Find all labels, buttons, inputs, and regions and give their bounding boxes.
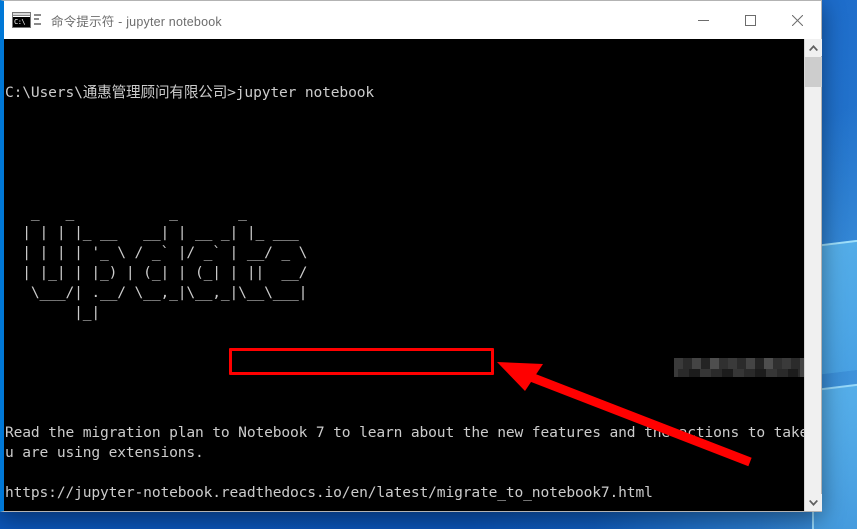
title-bar-left: C:\ 命令提示符 - jupyter notebook <box>4 11 680 30</box>
chevron-up-icon <box>808 44 818 51</box>
vertical-scrollbar[interactable] <box>804 39 822 511</box>
maximize-icon <box>745 14 756 26</box>
update-ascii-banner: _ _ _ _ | | | |_ __ __| | __ _| |_ ___ |… <box>22 204 308 321</box>
cmd-icon-lines <box>34 14 41 25</box>
window-title: 命令提示符 - jupyter notebook <box>51 14 222 29</box>
cmd-icon-titlebar <box>13 13 30 16</box>
cmd-window-icon: C:\ <box>12 12 31 28</box>
prompt-line: C:\Users\通惠管理顾问有限公司>jupyter notebook <box>5 84 374 101</box>
log-lines: Read the migration plan to Notebook 7 to… <box>5 423 804 511</box>
title-bar[interactable]: C:\ 命令提示符 - jupyter notebook <box>4 1 821 39</box>
console-line: Read the migration plan to Notebook 7 to… <box>5 424 804 441</box>
scroll-down-button[interactable] <box>804 494 822 511</box>
console-output[interactable]: C:\Users\通惠管理顾问有限公司>jupyter notebook _ _… <box>4 39 804 511</box>
window-controls[interactable] <box>680 1 821 39</box>
close-button[interactable] <box>774 1 821 39</box>
console-body[interactable]: C:\Users\通惠管理顾问有限公司>jupyter notebook _ _… <box>4 39 822 511</box>
minimize-icon <box>698 19 709 21</box>
close-icon <box>792 14 803 26</box>
maximize-button[interactable] <box>727 1 774 39</box>
redacted-username-mosaic <box>674 358 804 377</box>
chevron-down-icon <box>808 499 818 506</box>
console-line: u are using extensions. <box>5 444 204 461</box>
cmd-icon: C:\ <box>12 12 42 28</box>
minimize-button[interactable] <box>680 1 727 39</box>
scrollbar-thumb[interactable] <box>805 57 822 87</box>
command-prompt-window[interactable]: C:\ 命令提示符 - jupyter notebook C:\Users\通惠… <box>0 0 822 512</box>
scroll-up-button[interactable] <box>804 39 822 56</box>
cmd-icon-prompt: C:\ <box>13 17 30 27</box>
console-line: https://jupyter-notebook.readthedocs.io/… <box>5 484 653 501</box>
